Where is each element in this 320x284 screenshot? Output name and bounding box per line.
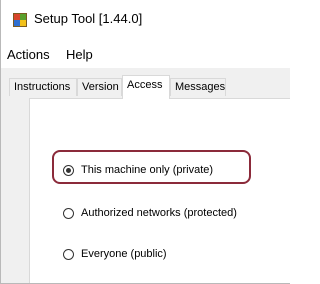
tab-version[interactable]: Version: [77, 78, 122, 96]
setup-tool-app-icon: [13, 13, 27, 27]
menu-help[interactable]: Help: [66, 47, 93, 62]
radio-this-machine-only[interactable]: This machine only (private): [63, 163, 263, 181]
tab-access-label: Access: [127, 79, 163, 91]
title-bar[interactable]: Setup Tool [1.44.0]: [1, 0, 290, 38]
radio-everyone[interactable]: Everyone (public): [63, 247, 223, 265]
tab-messages[interactable]: Messages: [170, 78, 226, 96]
setup-tool-window: Setup Tool [1.44.0] Actions Help Instruc…: [0, 0, 290, 284]
menu-bar: Actions Help: [1, 38, 290, 68]
radio-selected-icon: [63, 165, 74, 176]
radio-authorized-networks-label: Authorized networks (protected): [81, 207, 237, 219]
tab-instructions-label: Instructions: [14, 81, 71, 93]
radio-authorized-networks[interactable]: Authorized networks (protected): [63, 206, 278, 224]
radio-everyone-label: Everyone (public): [81, 248, 167, 260]
radio-unselected-icon: [63, 208, 74, 219]
radio-this-machine-only-label: This machine only (private): [81, 164, 214, 176]
tab-messages-label: Messages: [175, 81, 226, 93]
tab-instructions[interactable]: Instructions: [9, 78, 77, 96]
tab-version-label: Version: [82, 81, 119, 93]
menu-actions[interactable]: Actions: [7, 47, 50, 62]
tab-access[interactable]: Access: [122, 75, 170, 99]
window-title: Setup Tool [1.44.0]: [34, 11, 143, 26]
client-area: Instructions Version Access Messages Thi…: [1, 68, 290, 283]
radio-dot-icon: [66, 168, 71, 173]
radio-unselected-icon: [63, 249, 74, 260]
